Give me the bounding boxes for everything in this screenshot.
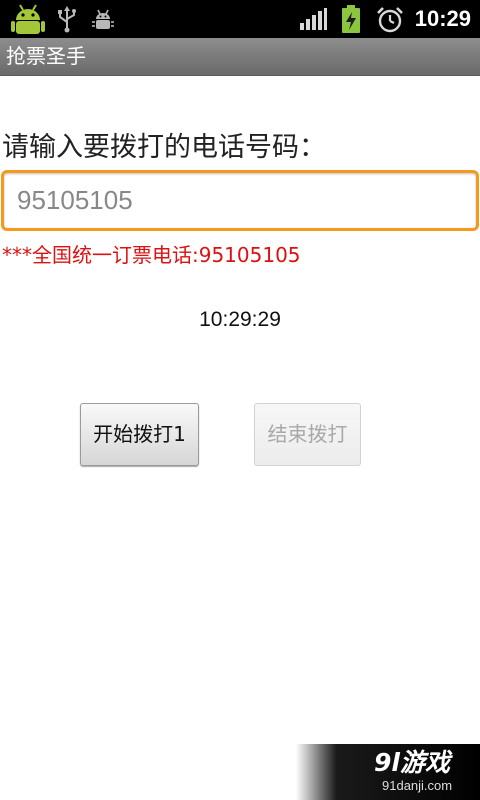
title-bar: 抢票圣手 bbox=[0, 38, 480, 76]
end-dial-button[interactable]: 结束拨打 bbox=[254, 403, 361, 466]
signal-icon bbox=[300, 8, 327, 30]
ticket-hotline-hint: ***全国统一订票电话:95105105 bbox=[2, 243, 301, 267]
debug-icon bbox=[92, 9, 114, 29]
battery-charging-icon bbox=[342, 5, 360, 33]
phone-prompt-label: 请输入要拨打的电话号码： bbox=[2, 132, 326, 163]
android-icon bbox=[11, 4, 45, 34]
start-dial-button[interactable]: 开始拨打1 bbox=[80, 403, 199, 466]
watermark-url: 91danji.com bbox=[382, 778, 453, 793]
phone-number-input[interactable] bbox=[1, 170, 479, 231]
clock-display: 10:29:29 bbox=[199, 308, 281, 331]
site-watermark: 9l游戏 91danji.com bbox=[296, 744, 480, 800]
app-title: 抢票圣手 bbox=[6, 44, 86, 68]
status-time: 10:29 bbox=[414, 6, 471, 31]
watermark-logo: 9l游戏 bbox=[374, 748, 450, 777]
alarm-icon bbox=[377, 7, 403, 33]
usb-icon bbox=[58, 6, 76, 33]
app-screen: 10:29 抢票圣手 请输入要拨打的电话号码： ***全国统一订票电话:9510… bbox=[0, 0, 480, 800]
status-bar: 10:29 bbox=[0, 0, 480, 38]
